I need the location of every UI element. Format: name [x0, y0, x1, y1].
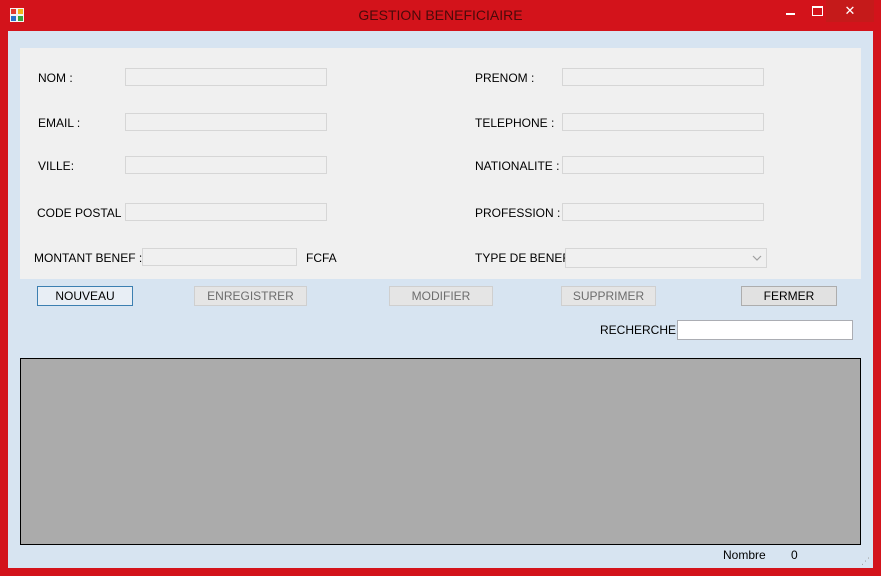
minimize-icon [786, 13, 795, 15]
nationalite-label: NATIONALITE : [475, 159, 560, 173]
fermer-button[interactable]: FERMER [741, 286, 837, 306]
nom-label: NOM : [38, 71, 73, 85]
resize-grip-icon[interactable]: ⋰ [861, 556, 871, 566]
telephone-label: TELEPHONE : [475, 116, 555, 130]
montant-input[interactable] [142, 248, 297, 266]
count-value: 0 [791, 548, 798, 562]
prenom-label: PRENOM : [475, 71, 535, 85]
ville-label: VILLE: [38, 159, 75, 173]
minimize-button[interactable] [776, 0, 804, 22]
nom-input[interactable] [125, 68, 327, 86]
search-label: RECHERCHE [600, 323, 677, 337]
type-label: TYPE DE BENEF: [475, 251, 574, 265]
type-select[interactable] [565, 248, 767, 268]
ville-input[interactable] [125, 156, 327, 174]
title-bar[interactable]: GESTION BENEFICIAIRE ✕ [0, 0, 881, 30]
code-postal-input[interactable] [125, 203, 327, 221]
profession-input[interactable] [562, 203, 764, 221]
modifier-button[interactable]: MODIFIER [389, 286, 493, 306]
telephone-input[interactable] [562, 113, 764, 131]
search-input[interactable] [677, 320, 853, 340]
supprimer-button[interactable]: SUPPRIMER [561, 286, 656, 306]
close-button[interactable]: ✕ [826, 0, 874, 22]
prenom-input[interactable] [562, 68, 764, 86]
enregistrer-button[interactable]: ENREGISTRER [194, 286, 307, 306]
close-icon: ✕ [844, 3, 856, 18]
window-title: GESTION BENEFICIAIRE [358, 7, 523, 23]
email-input[interactable] [125, 113, 327, 131]
currency-label: FCFA [306, 251, 337, 265]
nouveau-button[interactable]: NOUVEAU [37, 286, 133, 306]
main-window: GESTION BENEFICIAIRE ✕ NOM : PRENOM : EM… [0, 0, 881, 576]
nationalite-input[interactable] [562, 156, 764, 174]
montant-label: MONTANT BENEF : [34, 251, 143, 265]
code-postal-label: CODE POSTAL : [37, 206, 128, 220]
profession-label: PROFESSION : [475, 206, 561, 220]
count-label: Nombre [723, 548, 766, 562]
beneficiary-grid[interactable] [20, 358, 861, 545]
maximize-icon [812, 6, 823, 16]
client-area: NOM : PRENOM : EMAIL : TELEPHONE : VILLE… [8, 31, 873, 568]
email-label: EMAIL : [38, 116, 81, 130]
chevron-down-icon[interactable] [751, 251, 763, 265]
